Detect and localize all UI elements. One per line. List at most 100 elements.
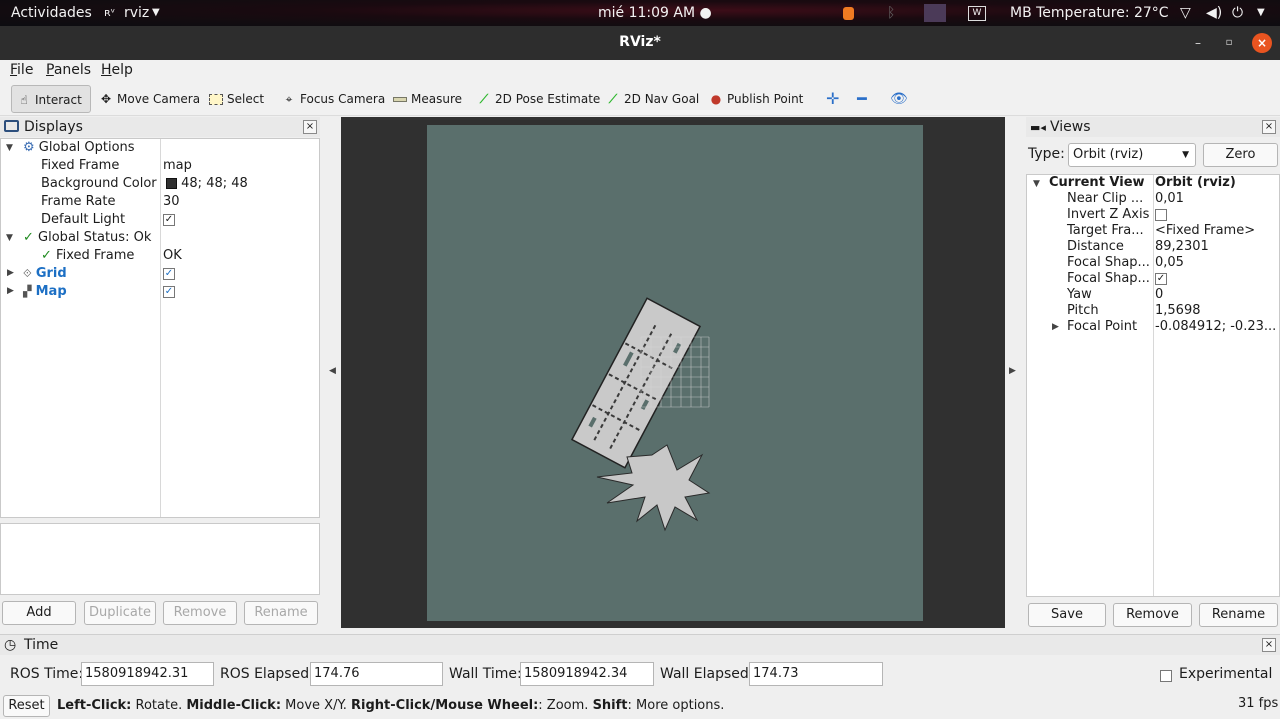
focal-shape-fixed-checkbox[interactable]: ✓ [1155,271,1167,287]
temperature-indicator[interactable]: MB Temperature: 27°C [1010,0,1169,26]
duplicate-display-button[interactable]: Duplicate [84,601,156,625]
network-icon[interactable]: ▽ [1180,0,1191,26]
pose-estimate-tool-button[interactable]: ⟋ 2D Pose Estimate [472,85,601,113]
time-panel: ◷ Time × ROS Time: 1580918942.31 ROS Ela… [0,634,1280,694]
rename-view-button[interactable]: Rename [1199,603,1278,627]
help-shift: Shift [592,698,628,713]
focal-shape-size-value[interactable]: 0,05 [1155,255,1184,271]
status-fixed-frame-row: ✓ Fixed Frame [41,247,134,265]
help-middle-click: Middle-Click: [186,698,282,713]
tray-shield-icon[interactable] [843,0,855,26]
global-status-row[interactable]: ✓ Global Status: Ok [23,229,151,247]
map-icon: ▞ [23,285,32,298]
menu-help[interactable]: Help [101,62,133,78]
remove-view-button[interactable]: Remove [1113,603,1192,627]
occupancy-map [570,297,711,532]
zero-view-button[interactable]: Zero [1203,143,1278,167]
system-menu-chevron-icon[interactable]: ▼ [1257,0,1265,26]
global-options-row[interactable]: ⚙ Global Options [23,139,135,157]
crosshair-icon: ⌖ [285,92,293,106]
pitch-value[interactable]: 1,5698 [1155,303,1201,319]
menu-bar: File Panels Help [0,60,1280,82]
displays-close-icon[interactable]: × [303,120,317,134]
reset-button[interactable]: Reset [3,695,50,717]
close-window-button[interactable]: × [1252,33,1272,53]
collapse-arrow-icon[interactable]: ▶ [7,268,14,278]
add-display-button[interactable]: Add [2,601,76,625]
minimize-button[interactable]: – [1188,33,1208,53]
move-camera-tool-button[interactable]: ✥ Move Camera [94,85,200,113]
frame-rate-value[interactable]: 30 [163,193,180,211]
collapse-left-panel-icon[interactable]: ◀ [329,366,336,376]
expand-arrow-icon[interactable]: ▼ [6,143,13,153]
rviz-app-icon: ʀᵛ [104,6,116,19]
grid-display-row[interactable]: ⟐ Grid [23,265,67,283]
target-frame-value[interactable]: <Fixed Frame> [1155,223,1255,239]
clock[interactable]: mié 11:09 AM ● [598,0,712,26]
wall-elapsed-field[interactable]: 174.73 [749,662,883,686]
measure-label: Measure [411,92,462,106]
remove-tool-minus-icon[interactable]: ━ [853,85,867,113]
expand-arrow-icon[interactable]: ▼ [1033,179,1040,189]
tray-image-icon[interactable] [924,0,946,26]
displays-tree: ▼ ⚙ Global Options Fixed Frame map Backg… [0,138,320,518]
maximize-button[interactable]: ▫ [1219,33,1239,53]
menu-panels[interactable]: Panels [46,62,91,78]
measure-tool-button[interactable]: Measure [388,85,462,113]
ros-elapsed-field[interactable]: 174.76 [310,662,443,686]
tool-properties-eye-icon[interactable]: 👁 [886,85,908,113]
grid-enabled-checkbox[interactable]: ✓ [163,265,175,283]
save-view-button[interactable]: Save [1028,603,1106,627]
volume-icon[interactable]: ◀︎) [1206,0,1222,26]
ros-time-field[interactable]: 1580918942.31 [81,662,214,686]
yaw-value[interactable]: 0 [1155,287,1163,303]
app-menu-label[interactable]: rviz [124,0,149,26]
activities-button[interactable]: Actividades [11,0,92,26]
add-tool-plus-icon[interactable]: ✛ [822,85,839,113]
map-display-row[interactable]: ▞ Map [23,283,67,301]
nav-goal-tool-button[interactable]: ⟋ 2D Nav Goal [601,85,699,113]
power-icon[interactable]: ⏻ [1232,0,1243,26]
fixed-frame-value[interactable]: map [163,157,192,175]
map-enabled-checkbox[interactable]: ✓ [163,283,175,301]
wall-time-field[interactable]: 1580918942.34 [520,662,654,686]
collapse-arrow-icon[interactable]: ▶ [7,286,14,296]
focal-point-value[interactable]: -0.084912; -0.23... [1155,319,1276,335]
tool-bar: ☝ Interact ✥ Move Camera Select ⌖ Focus Cam… [0,82,1280,116]
rename-display-button[interactable]: Rename [244,601,318,625]
status-bar: Reset Left-Click: Rotate. Middle-Click: … [0,694,1280,719]
app-menu-chevron-icon[interactable]: ▼ [152,0,160,26]
invert-z-checkbox[interactable] [1155,207,1167,223]
remove-display-button[interactable]: Remove [163,601,237,625]
ros-elapsed-label: ROS Elapsed: [220,666,314,682]
color-swatch [166,178,177,189]
near-clip-value[interactable]: 0,01 [1155,191,1184,207]
expand-arrow-icon[interactable]: ▼ [6,233,13,243]
view-type-select[interactable]: Orbit (rviz) ▼ [1068,143,1196,167]
background-color-value[interactable]: 48; 48; 48 [166,175,248,193]
focus-camera-tool-button[interactable]: ⌖ Focus Camera [277,85,386,113]
ruler-icon [392,85,408,113]
time-title: Time [24,637,59,653]
interact-tool-button[interactable]: ☝ Interact [11,85,91,113]
bluetooth-icon[interactable]: ᛒ [887,0,895,26]
render-viewport[interactable] [341,117,1005,628]
views-close-icon[interactable]: × [1262,120,1276,134]
system-top-bar: Actividades ʀᵛ rviz ▼ mié 11:09 AM ● ᛒ W… [0,0,1280,26]
default-light-checkbox[interactable]: ✓ [163,211,175,229]
system-monitor-icon[interactable]: W [968,0,986,26]
time-close-icon[interactable]: × [1262,638,1276,652]
green-arrow-icon: ⟋ [479,92,489,106]
collapse-arrow-icon[interactable]: ▶ [1052,322,1059,332]
wall-time-label: Wall Time: [449,666,522,682]
publish-point-tool-button[interactable]: ● Publish Point [704,85,804,113]
distance-value[interactable]: 89,2301 [1155,239,1209,255]
menu-file[interactable]: File [10,62,33,78]
experimental-checkbox[interactable] [1160,668,1172,683]
collapse-right-panel-icon[interactable]: ▶ [1009,366,1016,376]
hand-pointer-icon: ☝ [20,93,28,107]
status-fixed-frame-value: OK [163,248,182,263]
select-tool-button[interactable]: Select [204,85,264,113]
map-canvas[interactable] [427,125,923,621]
current-view-label: Current View [1049,175,1145,190]
